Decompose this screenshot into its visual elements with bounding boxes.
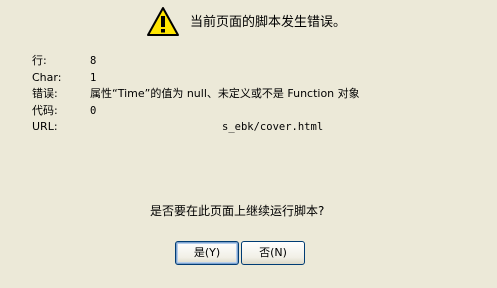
- yes-button[interactable]: 是(Y): [175, 241, 239, 265]
- error-label: 错误:: [32, 87, 58, 100]
- warning-icon: [147, 7, 179, 36]
- continue-question: 是否要在此页面上继续运行脚本?: [150, 204, 325, 218]
- line-value: 8: [90, 55, 97, 67]
- char-label: Char:: [32, 70, 62, 84]
- no-button[interactable]: 否(N): [241, 241, 305, 265]
- url-value: s_ebk/cover.html: [222, 121, 324, 133]
- code-label: 代码:: [32, 103, 58, 117]
- code-value: 0: [90, 104, 97, 117]
- url-label: URL:: [32, 120, 58, 133]
- error-value: 属性“Time”的值为 null、未定义或不是 Function 对象: [90, 87, 360, 100]
- error-message: 当前页面的脚本发生错误。: [190, 15, 347, 30]
- char-value: 1: [90, 71, 97, 84]
- line-label: 行:: [32, 54, 47, 67]
